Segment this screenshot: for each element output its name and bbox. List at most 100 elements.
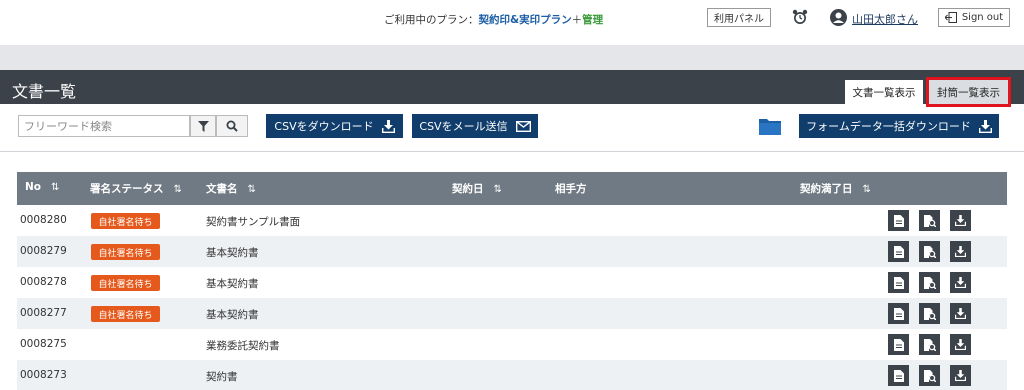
divider <box>0 151 1024 152</box>
preview-document-button[interactable] <box>919 241 940 262</box>
preview-document-button[interactable] <box>919 303 940 324</box>
download-icon <box>978 119 992 133</box>
download-document-button[interactable] <box>950 303 971 324</box>
csv-mail-button[interactable]: CSVをメール送信 <box>412 114 538 138</box>
download-icon <box>381 119 395 133</box>
sort-icon: ⇅ <box>173 184 182 195</box>
row-number: 0008277 <box>20 307 67 319</box>
preview-document-button[interactable] <box>919 210 940 231</box>
alarm-clock-icon[interactable] <box>791 8 809 26</box>
row-number: 0008280 <box>20 214 67 226</box>
sort-icon: ⇅ <box>51 182 60 193</box>
column-header-no[interactable]: No ⇅ <box>25 181 59 193</box>
search-icon <box>226 120 238 132</box>
top-bar: ご利用中のプラン：契約印&実印プラン＋管理 利用パネル 山田太郎さん Sign … <box>0 0 1024 36</box>
table-row[interactable]: 0008279 自社署名待ち 基本契約書 <box>17 236 1007 267</box>
download-icon <box>955 277 966 288</box>
download-document-button[interactable] <box>950 365 971 386</box>
gray-band <box>0 45 1024 70</box>
column-label: 文書名 <box>206 183 238 195</box>
document-icon <box>893 307 904 320</box>
plan-info: ご利用中のプラン：契約印&実印プラン＋管理 <box>384 12 603 27</box>
column-header-counterparty: 相手方 <box>555 181 587 196</box>
download-icon <box>955 339 966 350</box>
document-icon <box>893 338 904 351</box>
tab-document-list[interactable]: 文書一覧表示 <box>845 80 923 104</box>
column-label: No <box>25 181 42 193</box>
form-download-label: フォームデータ一括ダウンロード <box>806 120 971 133</box>
signout-button[interactable]: Sign out <box>938 8 1010 27</box>
plan-plus: ＋ <box>571 14 583 26</box>
document-name[interactable]: 基本契約書 <box>206 307 259 322</box>
document-search-icon <box>923 307 936 320</box>
usage-panel-button[interactable]: 利用パネル <box>707 8 771 27</box>
plan-prefix: ご利用中のプラン： <box>384 14 479 26</box>
view-document-button[interactable] <box>888 303 909 324</box>
mail-icon <box>515 120 531 132</box>
view-document-button[interactable] <box>888 334 909 355</box>
document-icon <box>893 276 904 289</box>
form-data-download-button[interactable]: フォームデータ一括ダウンロード <box>799 114 999 138</box>
table-row[interactable]: 0008280 自社署名待ち 契約書サンプル書面 <box>17 205 1007 236</box>
signout-icon <box>944 12 957 23</box>
download-document-button[interactable] <box>950 272 971 293</box>
search-input[interactable] <box>18 115 190 137</box>
row-number: 0008273 <box>20 369 67 381</box>
download-document-button[interactable] <box>950 241 971 262</box>
filter-icon <box>197 120 209 132</box>
column-header-doc-name[interactable]: 文書名 ⇅ <box>206 181 256 196</box>
csv-download-label: CSVをダウンロード <box>274 120 374 133</box>
column-header-expiry-date[interactable]: 契約満了日 ⇅ <box>800 181 871 196</box>
document-search-icon <box>923 338 936 351</box>
view-document-button[interactable] <box>888 210 909 231</box>
page-title: 文書一覧 <box>12 82 77 101</box>
tab-envelope-list[interactable]: 封筒一覧表示 <box>926 77 1011 107</box>
download-document-button[interactable] <box>950 210 971 231</box>
document-search-icon <box>923 276 936 289</box>
document-icon <box>893 245 904 258</box>
download-icon <box>955 215 966 226</box>
document-name[interactable]: 基本契約書 <box>206 245 259 260</box>
row-number: 0008275 <box>20 338 67 350</box>
download-icon <box>955 246 966 257</box>
user-name-link[interactable]: 山田太郎さん <box>852 11 918 27</box>
column-label: 署名ステータス <box>90 183 164 195</box>
plan-name: 契約印&実印プラン <box>478 14 572 26</box>
column-header-status[interactable]: 署名ステータス ⇅ <box>90 181 182 196</box>
plan-extra: 管理 <box>582 14 604 26</box>
preview-document-button[interactable] <box>919 272 940 293</box>
document-search-icon <box>923 369 936 382</box>
view-document-button[interactable] <box>888 272 909 293</box>
user-avatar-icon <box>830 9 847 26</box>
document-name[interactable]: 契約書 <box>206 369 238 384</box>
status-badge: 自社署名待ち <box>91 213 160 229</box>
document-icon <box>893 369 904 382</box>
document-name[interactable]: 業務委託契約書 <box>206 338 280 353</box>
table-row[interactable]: 0008273 契約書 <box>17 360 1007 390</box>
filter-button[interactable] <box>190 115 216 137</box>
folder-icon[interactable] <box>759 116 781 135</box>
column-header-contract-date[interactable]: 契約日 ⇅ <box>452 181 502 196</box>
row-number: 0008278 <box>20 276 67 288</box>
signout-label: Sign out <box>961 12 1004 23</box>
download-icon <box>955 308 966 319</box>
document-name[interactable]: 基本契約書 <box>206 276 259 291</box>
csv-mail-label: CSVをメール送信 <box>419 120 508 133</box>
document-name[interactable]: 契約書サンプル書面 <box>206 214 300 229</box>
preview-document-button[interactable] <box>919 334 940 355</box>
csv-download-button[interactable]: CSVをダウンロード <box>266 114 403 138</box>
download-document-button[interactable] <box>950 334 971 355</box>
view-document-button[interactable] <box>888 365 909 386</box>
preview-document-button[interactable] <box>919 365 940 386</box>
status-badge: 自社署名待ち <box>91 244 160 260</box>
sort-icon: ⇅ <box>862 184 871 195</box>
view-document-button[interactable] <box>888 241 909 262</box>
search-button[interactable] <box>216 115 248 137</box>
document-search-icon <box>923 214 936 227</box>
table-row[interactable]: 0008278 自社署名待ち 基本契約書 <box>17 267 1007 298</box>
sort-icon: ⇅ <box>493 184 502 195</box>
table-row[interactable]: 0008275 業務委託契約書 <box>17 329 1007 360</box>
column-label: 契約日 <box>452 183 484 195</box>
sort-icon: ⇅ <box>247 184 256 195</box>
table-row[interactable]: 0008277 自社署名待ち 基本契約書 <box>17 298 1007 329</box>
